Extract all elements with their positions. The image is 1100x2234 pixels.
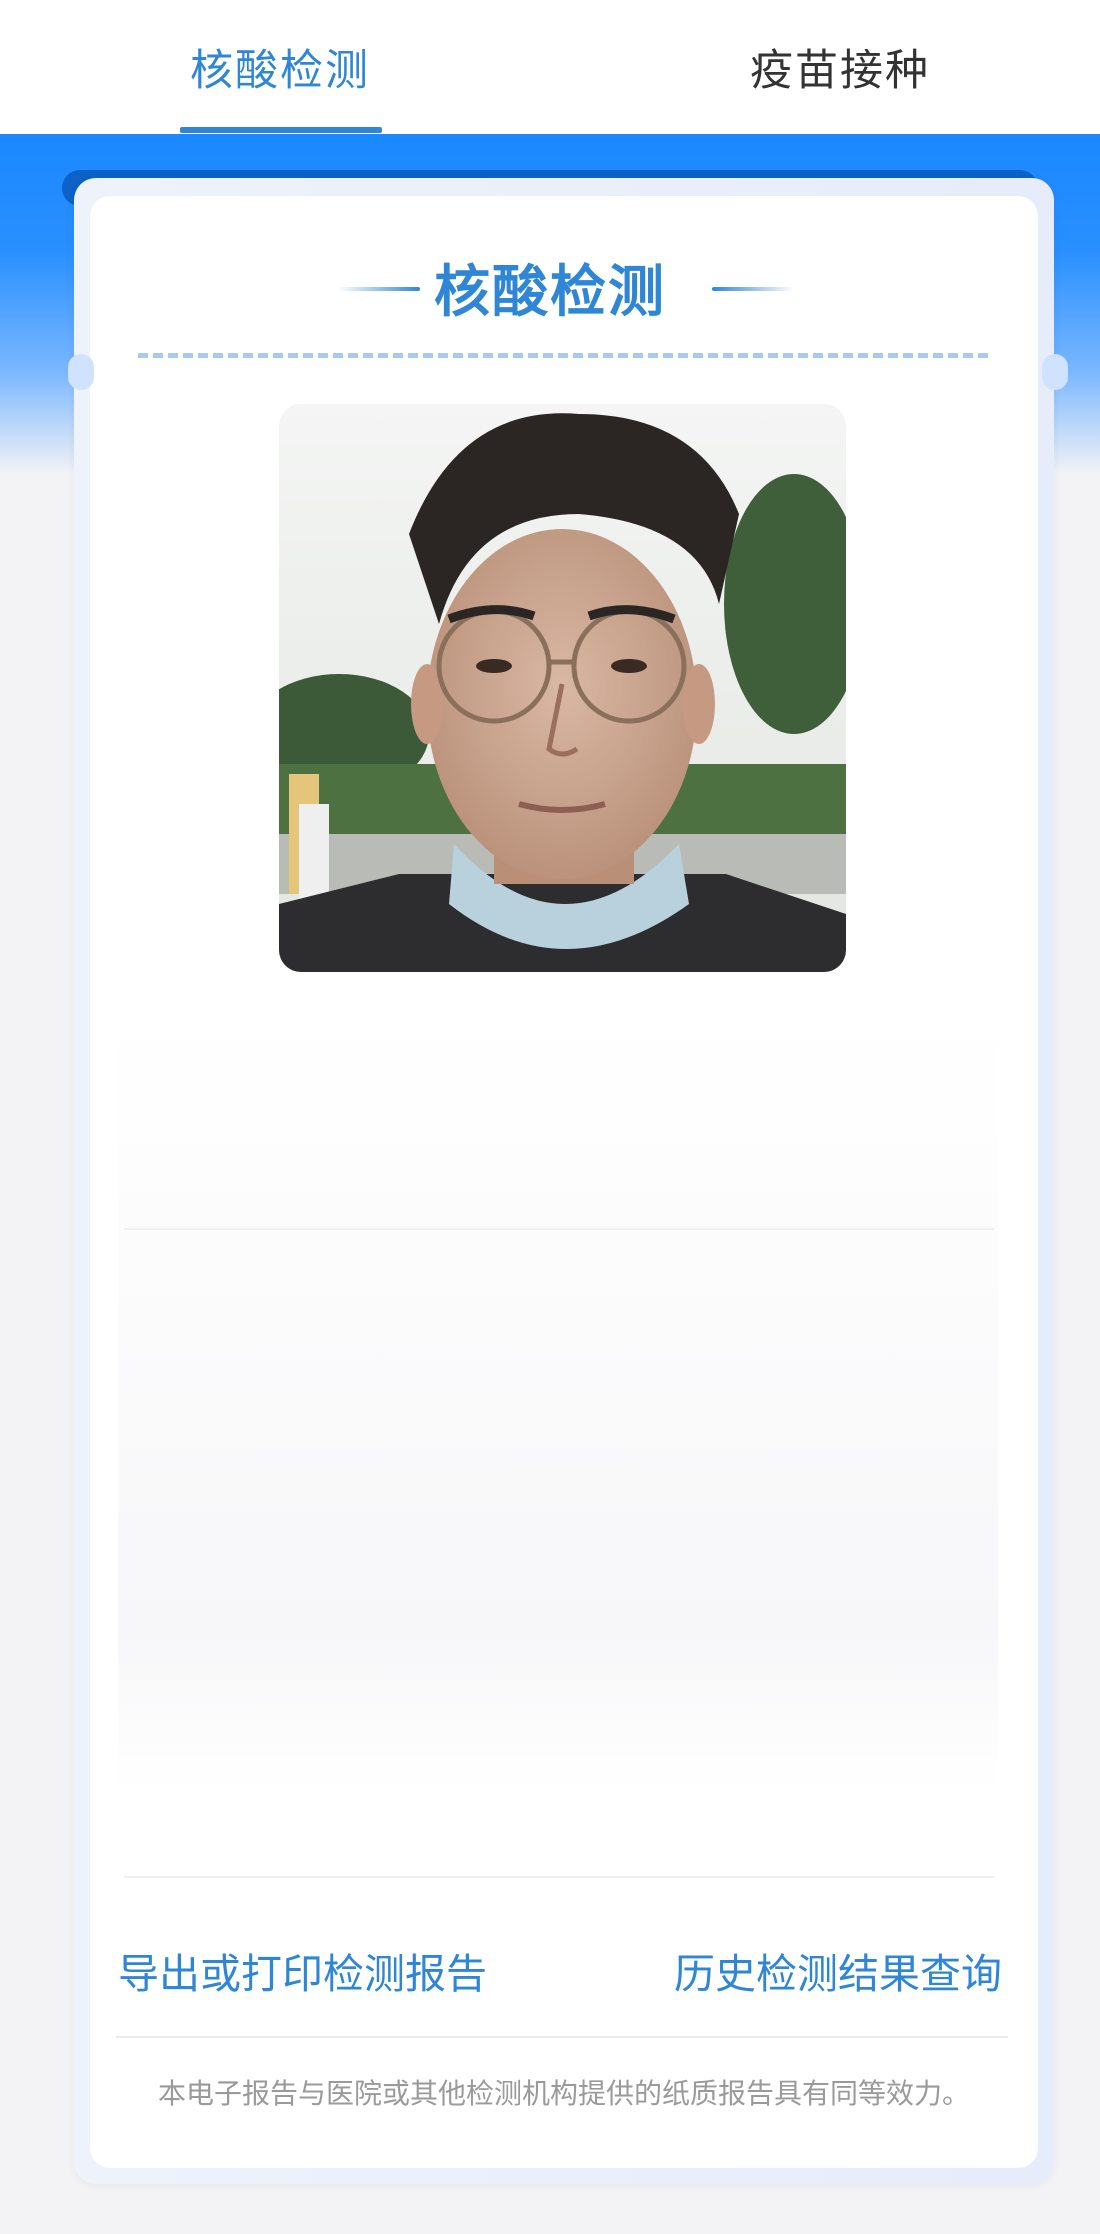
card-notch-right [1042,354,1068,390]
report-details-area [118,1010,998,1790]
export-report-link[interactable]: 导出或打印检测报告 [118,1940,487,2000]
tab-nucleic-test[interactable]: 核酸检测 [100,0,460,134]
details-divider [124,1228,994,1230]
history-results-link[interactable]: 历史检测结果查询 [674,1940,1002,2000]
top-tab-bar: 核酸检测 疫苗接种 [0,0,1100,134]
divider [116,2036,1008,2038]
dashed-separator [138,353,988,358]
active-tab-indicator [180,127,382,133]
title-decor-right [712,287,794,291]
card-notch-left [68,354,94,390]
tab-vaccination[interactable]: 疫苗接种 [640,0,1040,134]
disclaimer-text: 本电子报告与医院或其他检测机构提供的纸质报告具有同等效力。 [157,2077,970,2110]
card-title: 核酸检测 [434,259,666,325]
report-actions: 导出或打印检测报告 历史检测结果查询 [90,1880,1038,2030]
details-divider [124,1876,994,1878]
user-photo [279,404,846,972]
